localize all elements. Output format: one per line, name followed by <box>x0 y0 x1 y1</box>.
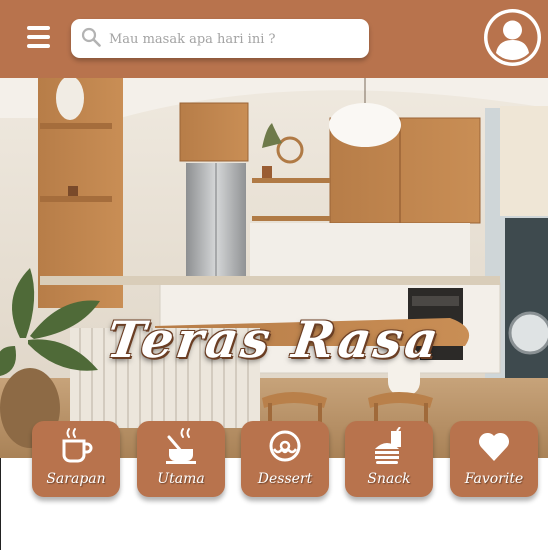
category-label: Dessert <box>257 471 313 487</box>
coffee-cup-icon <box>62 428 93 463</box>
search-bar[interactable] <box>71 19 369 60</box>
burger-drink-icon <box>375 427 401 464</box>
category-label: Utama <box>157 471 205 487</box>
user-avatar-icon <box>487 12 538 63</box>
category-label: Sarapan <box>46 471 106 487</box>
category-favorite-button[interactable]: Favorite <box>450 421 538 497</box>
menu-line <box>27 35 50 39</box>
donut-icon <box>269 430 301 462</box>
category-utama-button[interactable]: Utama <box>137 421 225 497</box>
profile-avatar-button[interactable] <box>484 9 541 66</box>
kitchen-photo <box>0 78 548 458</box>
hero-title: Teras Rasa <box>103 310 445 369</box>
hero-banner: Teras Rasa <box>0 78 548 458</box>
search-input[interactable] <box>107 19 361 60</box>
cooking-pot-icon <box>166 428 196 464</box>
category-dessert-button[interactable]: Dessert <box>241 421 329 497</box>
app-header <box>0 0 548 78</box>
menu-button[interactable] <box>27 26 50 48</box>
menu-line <box>27 44 50 48</box>
category-label: Favorite <box>464 471 524 487</box>
category-snack-button[interactable]: Snack <box>345 421 433 497</box>
heart-icon <box>478 432 510 461</box>
menu-line <box>27 26 50 30</box>
category-bar: Sarapan Utama Dessert Snack Favorite <box>0 421 548 501</box>
category-label: Snack <box>367 471 411 487</box>
frame-border <box>0 458 1 550</box>
search-icon <box>81 27 101 47</box>
category-sarapan-button[interactable]: Sarapan <box>32 421 120 497</box>
